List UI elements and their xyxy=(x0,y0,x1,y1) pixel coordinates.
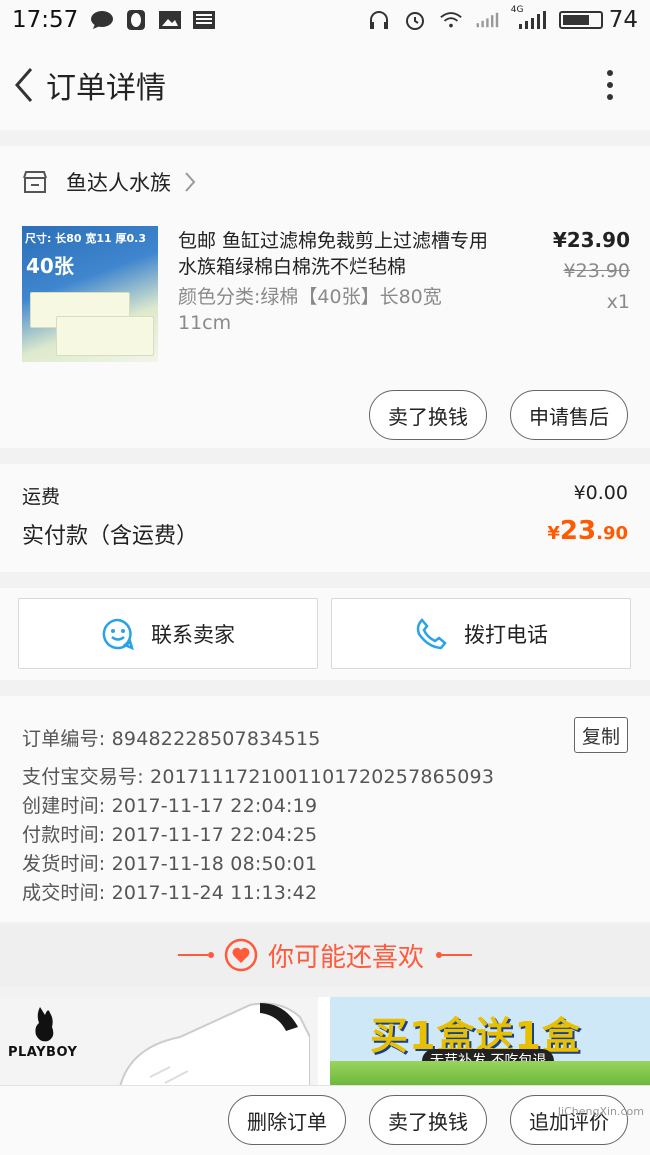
more-dot xyxy=(607,82,613,88)
shop-row[interactable]: 鱼达人水族 xyxy=(0,146,650,218)
created-time: 创建时间: 2017-11-17 22:04:19 xyxy=(22,795,318,817)
paid-label: 实付款（含运费） xyxy=(22,524,199,549)
signal-icon xyxy=(475,9,499,31)
divider-line xyxy=(177,954,208,956)
back-button[interactable] xyxy=(2,55,46,115)
status-bar: 17:57 4G 74 xyxy=(0,0,650,40)
recommend-item-shoe[interactable]: PLAYBOY xyxy=(0,997,318,1087)
divider-line xyxy=(442,954,472,956)
headset-icon xyxy=(367,9,391,31)
watermark: JiChengXin.com xyxy=(557,1105,644,1118)
after-sale-button[interactable]: 申请售后 xyxy=(510,390,628,440)
paid-int: 23 xyxy=(559,516,597,546)
shipping-label: 运费 xyxy=(22,486,61,508)
chevron-left-icon xyxy=(15,68,33,102)
chat-smile-icon xyxy=(102,618,134,650)
sneaker-image xyxy=(118,1002,310,1087)
product-title: 包邮 鱼缸过滤棉免裁剪上过滤槽专用水族箱绿棉白棉洗不烂毡棉 xyxy=(178,230,489,278)
thumb-size-text: 尺寸: 长80 宽11 厚0.3 xyxy=(25,232,146,245)
call-phone-label: 拨打电话 xyxy=(464,622,548,647)
recommend-title: 你可能还喜欢 xyxy=(267,942,424,973)
playboy-logo-icon xyxy=(35,1007,54,1042)
heart-icon xyxy=(224,938,258,972)
order-info: 订单编号: 89482228507834515 复制 支付宝交易号: 20171… xyxy=(0,696,650,922)
shipping-value: ¥0.00 xyxy=(573,482,628,504)
system-icons: 4G 74 xyxy=(367,5,638,33)
shop-name: 鱼达人水族 xyxy=(66,171,171,195)
signal-4g-icon: 4G xyxy=(511,5,547,31)
status-time: 17:57 xyxy=(12,7,79,33)
order-number: 订单编号: 89482228507834515 xyxy=(22,728,321,750)
brand-label: PLAYBOY xyxy=(8,1045,78,1060)
product-original-price: ¥23.90 xyxy=(563,260,630,282)
battery-percent: 74 xyxy=(608,7,638,33)
add-review-button[interactable]: 追加评价 xyxy=(510,1095,628,1145)
call-phone-button[interactable]: 拨打电话 xyxy=(331,598,631,669)
phone-icon xyxy=(416,617,447,649)
product-sku: 颜色分类:绿棉【40张】长80宽11cm xyxy=(178,286,442,334)
shipped-time: 发货时间: 2017-11-18 08:50:01 xyxy=(22,853,318,875)
sell-button-bottom[interactable]: 卖了换钱 xyxy=(369,1095,487,1145)
product-price: ¥23.90 xyxy=(552,228,630,252)
paid-dec: .90 xyxy=(596,523,628,544)
store-icon xyxy=(23,171,47,193)
delete-order-button[interactable]: 删除订单 xyxy=(228,1095,346,1145)
recommend-header: 你可能还喜欢 xyxy=(0,924,650,986)
product-quantity: x1 xyxy=(606,291,630,313)
alipay-number: 支付宝交易号: 2017111721001101720257865093 xyxy=(22,766,495,788)
thumb-count-text: 40张 xyxy=(26,254,74,278)
grass-image xyxy=(330,1061,650,1087)
page-title: 订单详情 xyxy=(46,71,166,106)
recommend-item-promo[interactable]: 买1盒送1盒 无芽补发 不吃包退 xyxy=(330,997,650,1087)
product-thumbnail[interactable]: 尺寸: 长80 宽11 厚0.3 40张 xyxy=(22,226,158,362)
contact-section: 联系卖家 拨打电话 xyxy=(0,588,650,680)
divider-dot xyxy=(207,952,214,958)
battery-icon: 74 xyxy=(558,7,638,33)
chevron-right-icon xyxy=(185,172,196,192)
news-icon xyxy=(192,9,216,31)
order-totals: 运费 ¥0.00 实付款（含运费） ¥23.90 xyxy=(0,464,650,572)
copy-button[interactable]: 复制 xyxy=(574,717,628,753)
paid-time: 付款时间: 2017-11-17 22:04:25 xyxy=(22,824,318,846)
image-icon xyxy=(158,9,182,31)
contact-seller-button[interactable]: 联系卖家 xyxy=(18,598,318,669)
more-dot xyxy=(607,70,613,76)
more-menu-button[interactable] xyxy=(588,55,632,115)
contact-seller-label: 联系卖家 xyxy=(151,622,235,647)
wifi-icon xyxy=(439,9,463,31)
felt-pad xyxy=(56,316,154,356)
battery-fill xyxy=(562,15,590,25)
recommend-items: PLAYBOY 买1盒送1盒 无芽补发 不吃包退 xyxy=(0,997,650,1087)
paid-amount: ¥23.90 xyxy=(547,516,628,546)
bottom-action-bar: 删除订单 卖了换钱 追加评价 xyxy=(0,1085,650,1155)
sell-button[interactable]: 卖了换钱 xyxy=(369,390,487,440)
paid-currency: ¥ xyxy=(547,523,560,544)
product-card[interactable]: 尺寸: 长80 宽11 厚0.3 40张 包邮 鱼缸过滤棉免裁剪上过滤槽专用水族… xyxy=(0,218,650,448)
qq-penguin-icon xyxy=(124,9,148,31)
app-header: 订单详情 xyxy=(0,40,650,130)
completed-time: 成交时间: 2017-11-24 11:13:42 xyxy=(22,882,318,904)
more-dot xyxy=(607,94,613,100)
chat-bubble-icon xyxy=(90,9,114,31)
alarm-icon xyxy=(403,9,427,31)
notification-icons xyxy=(90,9,216,31)
